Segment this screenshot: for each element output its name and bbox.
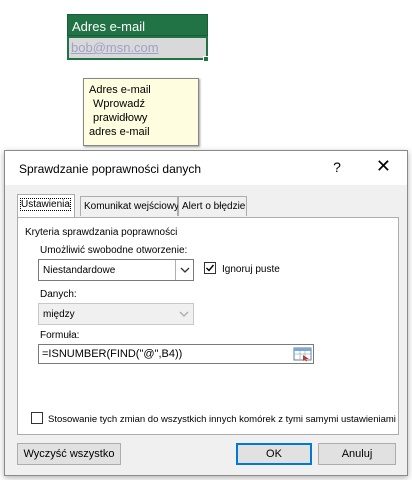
data-select-value: między [43, 309, 75, 320]
data-label: Danych: [40, 289, 77, 300]
tab-input-message[interactable]: Komunikat wejściowy [80, 196, 180, 216]
settings-panel: Kryteria sprawdzania poprawności Umożliw… [17, 217, 399, 435]
active-cell-value: bob@msn.com [71, 40, 159, 55]
allow-label: Umożliwić swobodne otworzenie: [40, 245, 188, 256]
active-cell[interactable]: bob@msn.com [67, 36, 208, 60]
tab-error-alert[interactable]: Alert o błędzie [178, 196, 247, 216]
range-select-button[interactable] [293, 346, 313, 362]
tooltip-title: Adres e-mail [89, 84, 151, 96]
header-cell[interactable]: Adres e-mail [67, 14, 208, 36]
checkmark-icon [206, 264, 215, 272]
range-selector-icon [293, 347, 312, 362]
ignore-blank-checkbox[interactable] [204, 262, 216, 274]
close-button[interactable]: ✕ [376, 157, 391, 175]
ok-button[interactable]: OK [236, 443, 312, 465]
apply-all-checkbox[interactable] [31, 412, 43, 424]
tab-settings-label: Ustawienia [20, 198, 71, 211]
cancel-button[interactable]: Anuluj [318, 443, 396, 465]
clear-all-button[interactable]: Wyczyść wszystko [17, 443, 121, 465]
allow-select[interactable]: Niestandardowe [38, 259, 194, 281]
ignore-blank-label: Ignoruj puste [222, 264, 280, 275]
fill-handle[interactable] [203, 56, 209, 62]
tab-settings[interactable]: Ustawienia [17, 194, 75, 217]
formula-input[interactable]: =ISNUMBER(FIND("@",B4)) [38, 344, 314, 364]
tab-input-message-label: Komunikat wejściowy [84, 201, 180, 212]
apply-all-label: Stosowanie tych zmian do wszystkich inny… [48, 414, 396, 425]
tooltip-message-line2: adres e-mail [89, 126, 150, 138]
input-message-tooltip: Adres e-mail Wprowadź prawidłowy adres e… [83, 78, 199, 146]
allow-select-value: Niestandardowe [43, 265, 116, 276]
tab-error-alert-label: Alert o błędzie [182, 201, 246, 212]
dialog-titlebar[interactable]: Sprawdzanie poprawności danych ? ✕ [5, 151, 407, 185]
tooltip-message-line1: Wprowadź prawidłowy [93, 98, 148, 124]
data-validation-dialog: Sprawdzanie poprawności danych ? ✕ Ustaw… [4, 150, 408, 476]
chevron-down-icon [175, 304, 193, 324]
help-button[interactable]: ? [329, 159, 345, 175]
data-select: między [38, 303, 194, 325]
formula-value: =ISNUMBER(FIND("@",B4)) [42, 348, 183, 360]
dialog-title: Sprawdzanie poprawności danych [19, 162, 202, 176]
criteria-heading: Kryteria sprawdzania poprawności [25, 227, 178, 238]
formula-label: Formuła: [40, 330, 80, 341]
chevron-down-icon [175, 260, 193, 280]
